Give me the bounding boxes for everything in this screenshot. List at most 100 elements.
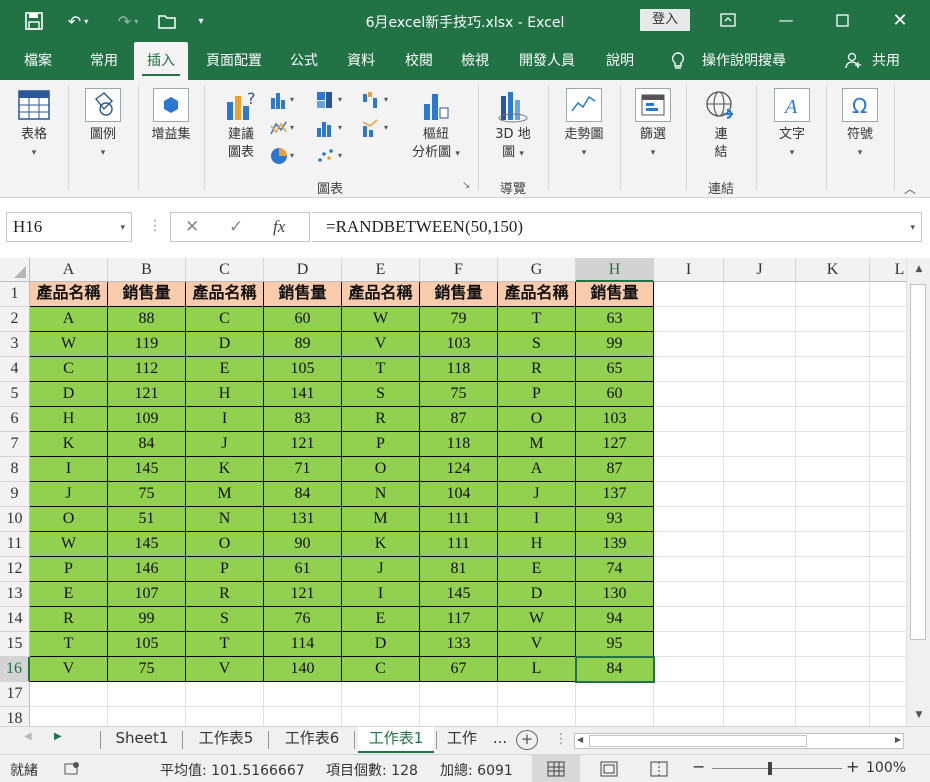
cell-h13[interactable]: 130 (576, 582, 654, 607)
tab-view[interactable]: 檢視 (450, 42, 500, 80)
cell-k4[interactable] (796, 357, 870, 382)
cell-h7[interactable]: 127 (576, 432, 654, 457)
row-header-13[interactable]: 13 (0, 582, 30, 607)
cell-e13[interactable]: I (342, 582, 420, 607)
cell-d6[interactable]: 83 (264, 407, 342, 432)
cell-k18[interactable] (796, 707, 870, 726)
column-header-k[interactable]: K (796, 258, 870, 282)
3d-map-button[interactable]: 3D 地 圖 ▾ (488, 88, 538, 163)
tab-file[interactable]: 檔案 (10, 42, 66, 80)
cell-c7[interactable]: J (186, 432, 264, 457)
cell-k1[interactable] (796, 282, 870, 307)
sheet-tab-more[interactable]: 工作 (440, 727, 484, 753)
scroll-left-icon[interactable]: ◀ (577, 735, 583, 744)
cell-h6[interactable]: 103 (576, 407, 654, 432)
undo-icon[interactable]: ↶ ▾ (56, 10, 100, 32)
column-header-i[interactable]: I (654, 258, 724, 282)
cell-j17[interactable] (724, 682, 796, 707)
cell-e12[interactable]: J (342, 557, 420, 582)
cell-e3[interactable]: V (342, 332, 420, 357)
cell-h1[interactable]: 銷售量 (576, 282, 654, 307)
column-chart-icon[interactable]: ▾ (270, 90, 294, 110)
cell-g15[interactable]: V (498, 632, 576, 657)
cell-h5[interactable]: 60 (576, 382, 654, 407)
tab-home[interactable]: 常用 (76, 42, 132, 80)
cell-k9[interactable] (796, 482, 870, 507)
cell-j10[interactable] (724, 507, 796, 532)
cell-j8[interactable] (724, 457, 796, 482)
cell-a14[interactable]: R (30, 607, 108, 632)
cell-d18[interactable] (264, 707, 342, 726)
cell-h3[interactable]: 99 (576, 332, 654, 357)
cell-j4[interactable] (724, 357, 796, 382)
cell-e10[interactable]: M (342, 507, 420, 532)
cell-b7[interactable]: 84 (108, 432, 186, 457)
row-header-12[interactable]: 12 (0, 557, 30, 582)
row-header-9[interactable]: 9 (0, 482, 30, 507)
cell-d14[interactable]: 76 (264, 607, 342, 632)
cell-b10[interactable]: 51 (108, 507, 186, 532)
cell-c17[interactable] (186, 682, 264, 707)
cell-k7[interactable] (796, 432, 870, 457)
cell-b16[interactable]: 75 (108, 657, 186, 682)
cell-f14[interactable]: 117 (420, 607, 498, 632)
cell-a9[interactable]: J (30, 482, 108, 507)
name-box-dropdown-icon[interactable]: ▾ (120, 213, 125, 241)
maximize-icon[interactable] (822, 8, 862, 32)
cell-g16[interactable]: L (498, 657, 576, 682)
cell-d2[interactable]: 60 (264, 307, 342, 332)
cell-b2[interactable]: 88 (108, 307, 186, 332)
cell-k3[interactable] (796, 332, 870, 357)
cell-b11[interactable]: 145 (108, 532, 186, 557)
ribbon-display-icon[interactable] (708, 8, 748, 32)
cell-g8[interactable]: A (498, 457, 576, 482)
cell-h18[interactable] (576, 707, 654, 726)
charts-dialog-launcher-icon[interactable]: ↘ (462, 180, 470, 191)
cell-c1[interactable]: 產品名稱 (186, 282, 264, 307)
cell-h11[interactable]: 139 (576, 532, 654, 557)
cell-b15[interactable]: 105 (108, 632, 186, 657)
cell-k17[interactable] (796, 682, 870, 707)
row-header-6[interactable]: 6 (0, 407, 30, 432)
cell-i16[interactable] (654, 657, 724, 682)
cell-a6[interactable]: H (30, 407, 108, 432)
cell-d9[interactable]: 84 (264, 482, 342, 507)
tab-splitter-icon[interactable]: ⋮ (554, 731, 568, 747)
row-header-7[interactable]: 7 (0, 432, 30, 457)
cell-f16[interactable]: 67 (420, 657, 498, 682)
zoom-slider[interactable] (712, 768, 842, 769)
cell-k8[interactable] (796, 457, 870, 482)
column-header-d[interactable]: D (264, 258, 342, 282)
cell-g6[interactable]: O (498, 407, 576, 432)
cell-e1[interactable]: 產品名稱 (342, 282, 420, 307)
cell-j9[interactable] (724, 482, 796, 507)
cell-h16[interactable]: 84 (576, 657, 654, 682)
cell-h2[interactable]: 63 (576, 307, 654, 332)
normal-view-icon[interactable] (532, 755, 580, 782)
cell-k11[interactable] (796, 532, 870, 557)
row-header-4[interactable]: 4 (0, 357, 30, 382)
column-header-b[interactable]: B (108, 258, 186, 282)
cell-c13[interactable]: R (186, 582, 264, 607)
cell-k6[interactable] (796, 407, 870, 432)
cell-i11[interactable] (654, 532, 724, 557)
cell-g12[interactable]: E (498, 557, 576, 582)
cell-i5[interactable] (654, 382, 724, 407)
cell-h15[interactable]: 95 (576, 632, 654, 657)
cell-a8[interactable]: I (30, 457, 108, 482)
cell-h10[interactable]: 93 (576, 507, 654, 532)
cell-g13[interactable]: D (498, 582, 576, 607)
cell-j13[interactable] (724, 582, 796, 607)
hierarchy-chart-icon[interactable]: ▾ (316, 90, 342, 110)
row-header-15[interactable]: 15 (0, 632, 30, 657)
cell-e8[interactable]: O (342, 457, 420, 482)
horizontal-scroll-thumb[interactable] (589, 735, 807, 747)
sheet-tab-sheet1[interactable]: Sheet1 (104, 727, 180, 753)
cell-a3[interactable]: W (30, 332, 108, 357)
cell-k5[interactable] (796, 382, 870, 407)
cell-b4[interactable]: 112 (108, 357, 186, 382)
tab-review[interactable]: 校閱 (394, 42, 444, 80)
cell-b17[interactable] (108, 682, 186, 707)
recommended-charts-button[interactable]: ? 建議 圖表 (216, 88, 266, 162)
symbol-button[interactable]: Ω 符號 ▾ (834, 88, 886, 162)
